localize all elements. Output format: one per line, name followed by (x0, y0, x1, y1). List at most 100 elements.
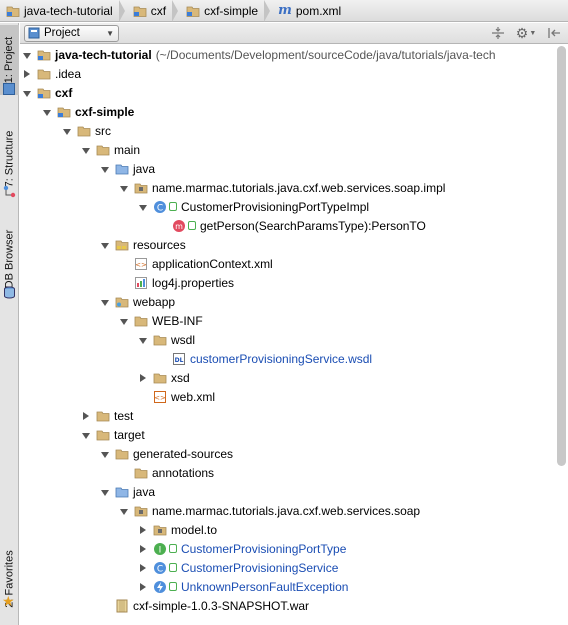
tree-node[interactable]: wsdl (138, 330, 195, 349)
tree-node[interactable]: cxf-simple-1.0.3-SNAPSHOT.war (100, 596, 309, 615)
collapse-arrow-icon[interactable] (100, 164, 110, 174)
tree-node[interactable]: generated-sources (100, 444, 233, 463)
collapse-arrow-icon[interactable] (119, 183, 129, 193)
collapse-arrow-icon[interactable] (42, 107, 52, 117)
tree-node[interactable]: target (81, 425, 145, 444)
tree-node-label: target (114, 427, 145, 442)
web-folder-icon (115, 295, 129, 309)
spring-xml-icon: <> (134, 257, 148, 271)
folder-icon (134, 466, 148, 480)
tree-node-label: name.marmac.tutorials.java.cxf.web.servi… (152, 180, 446, 195)
tree-node[interactable]: xsd (138, 368, 190, 387)
collapse-arrow-icon[interactable] (138, 202, 148, 212)
source-folder-icon (115, 485, 129, 499)
tab-db-browser-label: DB Browser (3, 229, 16, 289)
tree-node[interactable]: UnknownPersonFaultException (138, 577, 348, 596)
tree-node[interactable]: java (100, 482, 155, 501)
breadcrumb-java-tech-tutorial[interactable]: java-tech-tutorial (4, 0, 131, 22)
tree-node-label: UnknownPersonFaultException (181, 579, 349, 594)
tree-node[interactable]: webapp (100, 292, 175, 311)
tree-node[interactable]: m getPerson(SearchParamsType):PersonTO (157, 216, 426, 235)
collapse-arrow-icon[interactable] (138, 335, 148, 345)
class-icon: C (153, 200, 167, 214)
properties-file-icon (134, 276, 148, 290)
tree-node[interactable]: test (81, 406, 133, 425)
chevron-down-icon: ▼ (106, 28, 114, 38)
tree-node[interactable]: C CustomerProvisioningService (138, 558, 338, 577)
access-modifier-icon (188, 221, 196, 230)
breadcrumb-cxf-simple[interactable]: cxf-simple (184, 0, 276, 22)
collapse-arrow-icon[interactable] (22, 50, 32, 60)
tree-node-label: webapp (133, 294, 176, 309)
expand-arrow-icon[interactable] (138, 373, 148, 383)
expand-arrow-icon[interactable] (138, 525, 148, 535)
maven-icon: m (278, 3, 292, 18)
tree-node-label: customerProvisioningService.wsdl (190, 351, 373, 366)
xml-file-icon: <> (153, 390, 167, 404)
expand-arrow-icon[interactable] (81, 411, 91, 421)
tab-structure-label: 7: Structure (3, 130, 16, 188)
tree-node[interactable]: name.marmac.tutorials.java.cxf.web.servi… (119, 501, 420, 520)
tree-node[interactable]: <> applicationContext.xml (119, 254, 273, 273)
tree-node[interactable]: .idea (22, 64, 81, 83)
tree-node[interactable]: java (100, 159, 155, 178)
tree-node-label: CustomerProvisioningService (181, 560, 339, 575)
tree-node[interactable]: main (81, 140, 140, 159)
hide-panel-icon[interactable] (546, 25, 562, 41)
tree-node[interactable]: C CustomerProvisioningPortTypeImpl (138, 197, 369, 216)
tab-project-label: 1: Project (3, 36, 16, 84)
tree-node[interactable]: <> web.xml (138, 387, 215, 406)
tree-node[interactable]: log4j.properties (119, 273, 234, 292)
collapse-arrow-icon[interactable] (81, 430, 91, 440)
collapse-arrow-icon[interactable] (100, 487, 110, 497)
expand-arrow-icon[interactable] (138, 563, 148, 573)
tree-node-label: WEB-INF (152, 313, 203, 328)
folder-icon (153, 333, 167, 347)
tree-node[interactable]: src (62, 121, 111, 140)
project-toolbar: Project ▼ ⚙ ▼ (20, 23, 568, 44)
tree-node-label: applicationContext.xml (152, 256, 273, 271)
exception-class-icon (153, 580, 167, 594)
tab-db-browser[interactable]: DB Browser (0, 223, 19, 295)
tree-node[interactable]: java-tech-tutorial (~/Documents/Developme… (22, 45, 496, 64)
access-modifier-icon (169, 582, 177, 591)
expand-arrow-icon[interactable] (138, 544, 148, 554)
collapse-all-icon[interactable] (490, 25, 506, 41)
tree-node-label: getPerson(SearchParamsType):PersonTO (200, 218, 426, 233)
collapse-arrow-icon[interactable] (119, 316, 129, 326)
breadcrumb-pom-xml[interactable]: m pom.xml (276, 0, 347, 22)
gear-icon[interactable]: ⚙ ▼ (516, 25, 537, 41)
folder-icon (115, 447, 129, 461)
interface-icon: I (153, 542, 167, 556)
tree-node[interactable]: cxf (22, 83, 72, 102)
folder-icon (134, 314, 148, 328)
vertical-scrollbar[interactable] (557, 46, 566, 466)
folder-icon (96, 428, 110, 442)
collapse-arrow-icon[interactable] (62, 126, 72, 136)
tree-node[interactable]: resources (100, 235, 186, 254)
collapse-arrow-icon[interactable] (100, 449, 110, 459)
tree-node[interactable]: name.marmac.tutorials.java.cxf.web.servi… (119, 178, 445, 197)
collapse-arrow-icon[interactable] (81, 145, 91, 155)
tree-node[interactable]: cxf-simple (42, 102, 134, 121)
collapse-arrow-icon[interactable] (119, 506, 129, 516)
project-view-selector[interactable]: Project ▼ (24, 24, 119, 42)
tree-node[interactable]: WEB-INF (119, 311, 203, 330)
tree-node-label: wsdl (171, 332, 196, 347)
expand-arrow-icon[interactable] (22, 69, 32, 79)
access-modifier-icon (169, 563, 177, 572)
collapse-arrow-icon[interactable] (100, 297, 110, 307)
breadcrumb-cxf[interactable]: cxf (131, 0, 184, 22)
module-folder-icon (37, 86, 51, 100)
collapse-arrow-icon[interactable] (100, 240, 110, 250)
collapse-arrow-icon[interactable] (22, 88, 32, 98)
access-modifier-icon (169, 544, 177, 553)
tree-node[interactable]: model.to (138, 520, 217, 539)
tree-node[interactable]: DL customerProvisioningService.wsdl (157, 349, 372, 368)
expand-arrow-icon[interactable] (138, 582, 148, 592)
tree-node[interactable]: annotations (119, 463, 214, 482)
access-modifier-icon (169, 202, 177, 211)
tree-node-label: CustomerProvisioningPortTypeImpl (181, 199, 370, 214)
tool-window-stripe: 1: Project 7: Structure DB Browser 2: Fa… (0, 23, 19, 625)
tree-node[interactable]: I CustomerProvisioningPortType (138, 539, 346, 558)
